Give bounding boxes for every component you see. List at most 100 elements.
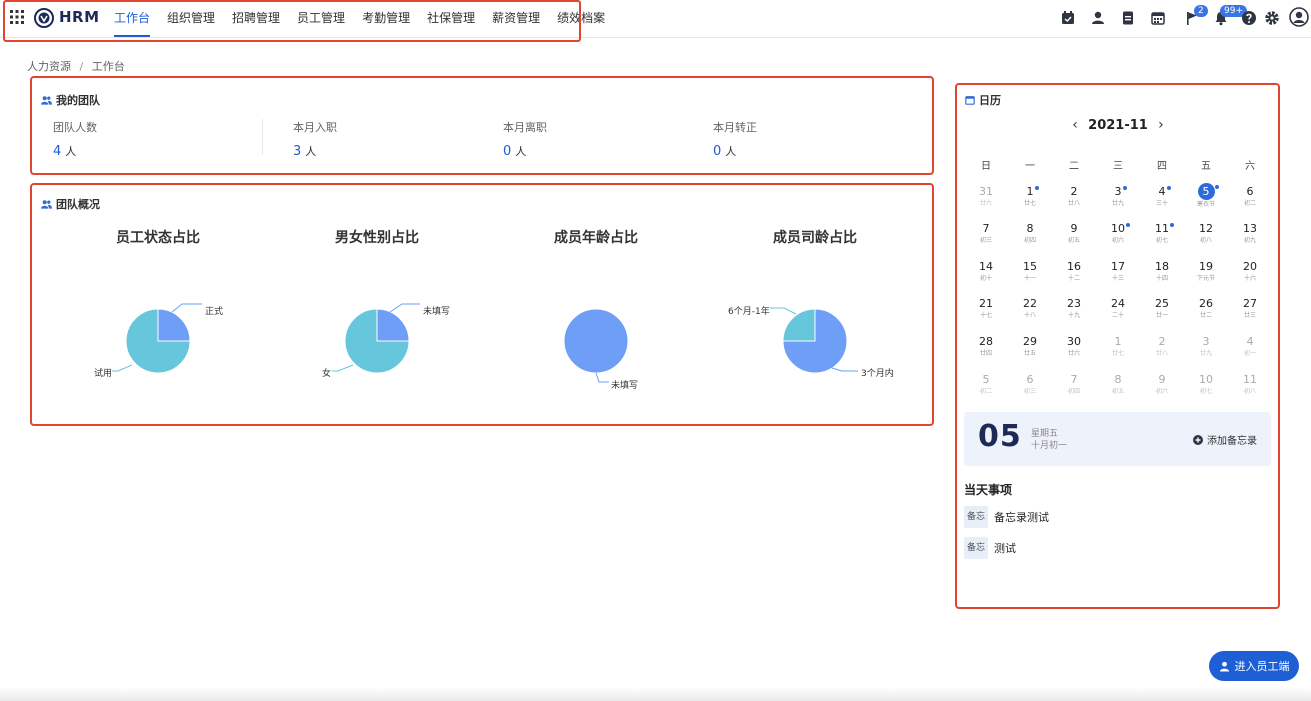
stat-label: 本月转正 — [713, 121, 757, 134]
day-number: 11 — [1155, 222, 1174, 236]
calendar-day[interactable]: 10 初六 — [1100, 217, 1136, 249]
calendar-day[interactable]: 1 廿七 — [1012, 180, 1048, 212]
calendar-day[interactable]: 17 十三 — [1100, 255, 1136, 287]
stat-label: 本月入职 — [293, 121, 337, 134]
event-tag: 备忘 — [964, 537, 988, 559]
calendar-day[interactable]: 4 三十 — [1144, 180, 1180, 212]
calendar-day[interactable]: 26 廿二 — [1188, 292, 1224, 324]
calendar-day[interactable]: 18 十四 — [1144, 255, 1180, 287]
user-icon[interactable] — [1090, 10, 1106, 26]
day-number: 6 — [1026, 373, 1034, 386]
prev-month-button[interactable]: ‹ — [1068, 117, 1082, 133]
lunar-date: 初三 — [979, 237, 992, 244]
lunar-date: 初六 — [1155, 388, 1168, 395]
calendar-day[interactable]: 14 初十 — [968, 255, 1004, 287]
day-number: 12 — [1199, 222, 1213, 235]
calendar-day[interactable]: 8 初五 — [1100, 368, 1136, 400]
calendar-day[interactable]: 7 初三 — [968, 217, 1004, 249]
calendar-day[interactable]: 3 廿九 — [1100, 180, 1136, 212]
event-item[interactable]: 备忘 测试 — [964, 537, 1016, 559]
user-icon — [1219, 661, 1229, 672]
calendar-day[interactable]: 23 十九 — [1056, 292, 1092, 324]
calendar-day[interactable]: 31 廿六 — [968, 180, 1004, 212]
next-month-button[interactable]: › — [1154, 117, 1168, 133]
document-icon[interactable] — [1120, 10, 1136, 26]
event-item[interactable]: 备忘 备忘录测试 — [964, 506, 1049, 528]
day-number: 14 — [979, 260, 993, 273]
add-memo-label: 添加备忘录 — [1207, 436, 1257, 447]
enter-employee-portal-button[interactable]: 进入员工端 — [1209, 651, 1299, 681]
calendar-day[interactable]: 21 十七 — [968, 292, 1004, 324]
calendar-day[interactable]: 13 初九 — [1232, 217, 1268, 249]
calendar-day[interactable]: 11 初八 — [1232, 368, 1268, 400]
avatar-icon[interactable] — [1289, 7, 1309, 27]
day-number: 28 — [979, 335, 993, 348]
calendar-day[interactable]: 6 初三 — [1012, 368, 1048, 400]
calendar-day[interactable]: 22 十八 — [1012, 292, 1048, 324]
chart-title: 男女性别占比 — [335, 230, 419, 246]
day-number: 10 — [1199, 373, 1213, 386]
calendar-day[interactable]: 1 廿七 — [1100, 330, 1136, 362]
calendar-day-today[interactable]: 5 寒衣节 — [1188, 180, 1224, 212]
stat-regularized: 本月转正 0人 — [713, 119, 757, 159]
lunar-date: 下元节 — [1196, 275, 1215, 282]
day-number: 19 — [1199, 260, 1213, 273]
calendar-day[interactable]: 16 十二 — [1056, 255, 1092, 287]
selected-lunar-date: 十月初一 — [1031, 441, 1068, 451]
calendar-day[interactable]: 6 初二 — [1232, 180, 1268, 212]
event-dot — [1126, 223, 1130, 227]
pie-label: 未填写 — [611, 381, 639, 391]
add-memo-button[interactable]: 添加备忘录 — [1193, 432, 1257, 447]
pie-label: 试用 — [94, 369, 113, 379]
stat-value[interactable]: 0 — [713, 144, 721, 159]
stat-value[interactable]: 3 — [293, 144, 301, 159]
calendar-month: 2021-11 — [1088, 117, 1148, 133]
stat-divider — [262, 119, 263, 155]
help-icon[interactable] — [1241, 10, 1257, 26]
calendar-day[interactable]: 4 初一 — [1232, 330, 1268, 362]
calendar-day[interactable]: 15 十一 — [1012, 255, 1048, 287]
lunar-date: 廿一 — [1155, 312, 1168, 319]
calendar-day[interactable]: 9 初六 — [1144, 368, 1180, 400]
calendar-icon[interactable] — [1150, 10, 1166, 26]
stat-value[interactable]: 4 — [53, 144, 61, 159]
event-dot — [1170, 223, 1174, 227]
selected-day-number: 05 — [978, 419, 1022, 454]
lunar-date: 初五 — [1111, 388, 1124, 395]
breadcrumb: 人力资源 / 工作台 — [27, 58, 125, 74]
calendar-day[interactable]: 5 初二 — [968, 368, 1004, 400]
calendar-day[interactable]: 8 初四 — [1012, 217, 1048, 249]
calendar-day[interactable]: 2 廿八 — [1056, 180, 1092, 212]
calendar-day[interactable]: 27 廿三 — [1232, 292, 1268, 324]
calendar-day[interactable]: 2 廿八 — [1144, 330, 1180, 362]
calendar-day[interactable]: 11 初七 — [1144, 217, 1180, 249]
lunar-date: 三十 — [1155, 200, 1168, 207]
calendar-day[interactable]: 28 廿四 — [968, 330, 1004, 362]
stat-unit: 人 — [515, 145, 527, 158]
calendar-day[interactable]: 24 二十 — [1100, 292, 1136, 324]
calendar-day[interactable]: 7 初四 — [1056, 368, 1092, 400]
team-card — [30, 76, 934, 175]
lunar-date: 初二 — [979, 388, 992, 395]
lunar-date: 二十 — [1111, 312, 1124, 319]
calendar-day[interactable]: 12 初八 — [1188, 217, 1224, 249]
calendar-day[interactable]: 3 廿九 — [1188, 330, 1224, 362]
calendar-day[interactable]: 19 下元节 — [1188, 255, 1224, 287]
day-number: 27 — [1243, 297, 1257, 310]
day-number: 5 — [982, 373, 990, 386]
calendar-day[interactable]: 9 初五 — [1056, 217, 1092, 249]
calendar-icon — [965, 96, 975, 105]
calendar-day[interactable]: 29 廿五 — [1012, 330, 1048, 362]
calendar-day[interactable]: 25 廿一 — [1144, 292, 1180, 324]
calendar-day[interactable]: 30 廿六 — [1056, 330, 1092, 362]
calendar-day[interactable]: 20 十六 — [1232, 255, 1268, 287]
calendar-day[interactable]: 10 初七 — [1188, 368, 1224, 400]
breadcrumb-root[interactable]: 人力资源 — [27, 60, 71, 73]
day-number: 8 — [1114, 373, 1122, 386]
day-number: 4 — [1246, 335, 1254, 348]
calendar-check-icon[interactable] — [1060, 10, 1076, 26]
stat-value[interactable]: 0 — [503, 144, 511, 159]
gear-icon[interactable] — [1264, 10, 1280, 26]
lunar-date: 初四 — [1067, 388, 1080, 395]
lunar-date: 十八 — [1023, 312, 1036, 319]
